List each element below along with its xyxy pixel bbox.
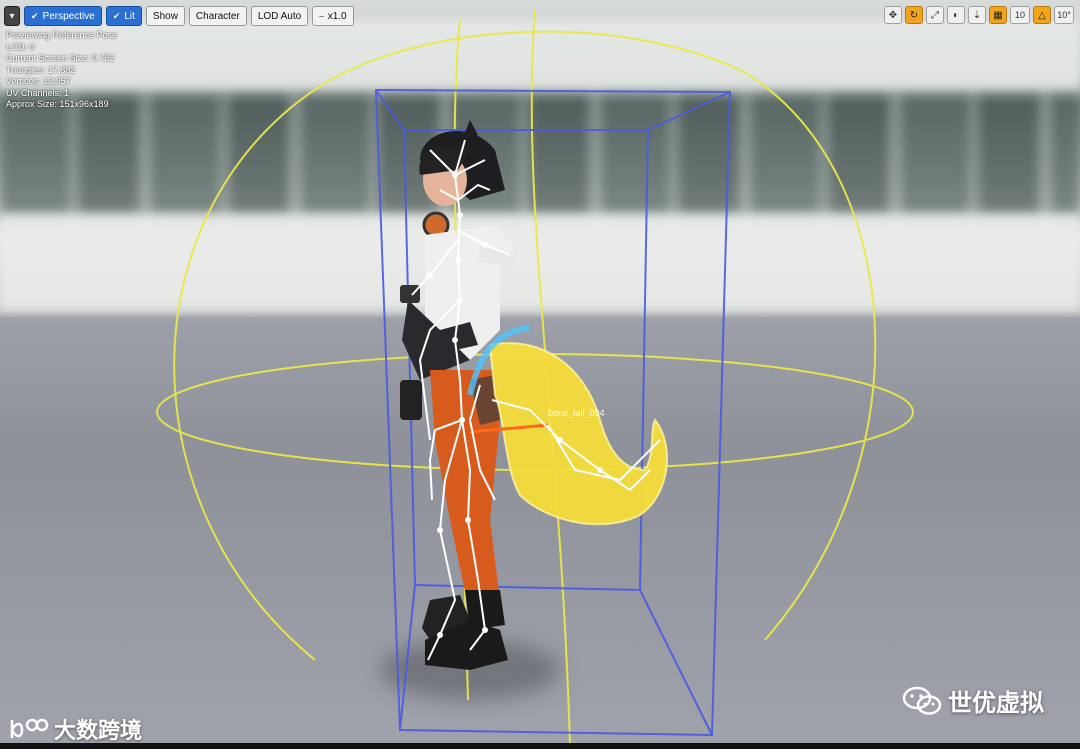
tail-mesh[interactable]	[467, 325, 668, 526]
camera-icon: ✔	[31, 10, 39, 21]
show-button[interactable]: Show	[145, 6, 185, 26]
surface-snap-icon[interactable]: ⇣	[968, 6, 986, 24]
viewport[interactable]: bone_tail_004 ▾ ✔ Perspective ✔ Lit Show…	[0, 0, 1080, 749]
stats-lod: LOD: 0	[6, 41, 35, 52]
stats-screen-size: Current Screen Size: 0.752	[6, 53, 115, 63]
wechat-icon	[902, 686, 942, 715]
stats-vertices: Vertices: 13,957	[6, 76, 71, 86]
watermark-left: 大数跨境	[8, 713, 142, 745]
lit-label: Lit	[124, 10, 135, 22]
stats-uv-channels: UV Channels: 1	[6, 87, 70, 98]
speed-label: x1.0	[327, 10, 347, 22]
bone-label: bone_tail_004	[548, 408, 605, 418]
bottom-border	[0, 743, 1080, 749]
scale-icon[interactable]: ⤢	[926, 6, 944, 24]
show-label: Show	[152, 10, 178, 22]
perspective-button[interactable]: ✔ Perspective	[24, 6, 102, 26]
stats-triangles: Triangles: 17,882	[6, 64, 76, 75]
watermark-right-text: 世优虚拟	[948, 690, 1044, 717]
viewport-stats: Previewing Reference Pose LOD: 0 Current…	[6, 30, 117, 111]
watermark-left-text: 大数跨境	[54, 718, 143, 743]
transform-toolbar: ✥ ↻ ⤢ ◐ ⇣ ▦ 10 △ 10°	[884, 6, 1074, 24]
rotation-snap-icon[interactable]: △	[1033, 6, 1051, 24]
viewport-options-button[interactable]: ▾	[4, 6, 20, 26]
scene-overlay: bone_tail_004	[156, 9, 914, 746]
brand-logo-icon	[10, 718, 49, 738]
character-button[interactable]: Character	[188, 6, 247, 26]
lit-button[interactable]: ✔ Lit	[105, 6, 142, 26]
perspective-label: Perspective	[42, 10, 95, 22]
grid-snap-icon[interactable]: ▦	[989, 6, 1007, 24]
watermark-right: 世优虚拟	[902, 683, 1044, 718]
stats-preview-mode: Previewing Reference Pose	[6, 30, 118, 40]
playback-speed-button[interactable]: ⎯ x1.0	[312, 6, 354, 26]
lod-button[interactable]: LOD Auto	[250, 6, 309, 26]
viewport-toolbar: ▾ ✔ Perspective ✔ Lit Show Character LOD…	[4, 6, 354, 26]
stats-approx-size: Approx Size: 151x96x189	[6, 99, 109, 109]
world-local-icon[interactable]: ◐	[947, 6, 965, 24]
rotate-icon[interactable]: ↻	[905, 6, 923, 24]
rotation-snap-value[interactable]: 10°	[1054, 6, 1074, 24]
svg-text:bone_tail_004: bone_tail_004	[548, 408, 605, 418]
lighting-icon: ✔	[112, 10, 121, 21]
translate-icon[interactable]: ✥	[884, 6, 902, 24]
lod-label: LOD Auto	[257, 10, 302, 22]
speed-icon: ⎯	[319, 10, 324, 21]
grid-snap-value[interactable]: 10	[1010, 6, 1030, 24]
character-label: Character	[195, 10, 240, 22]
